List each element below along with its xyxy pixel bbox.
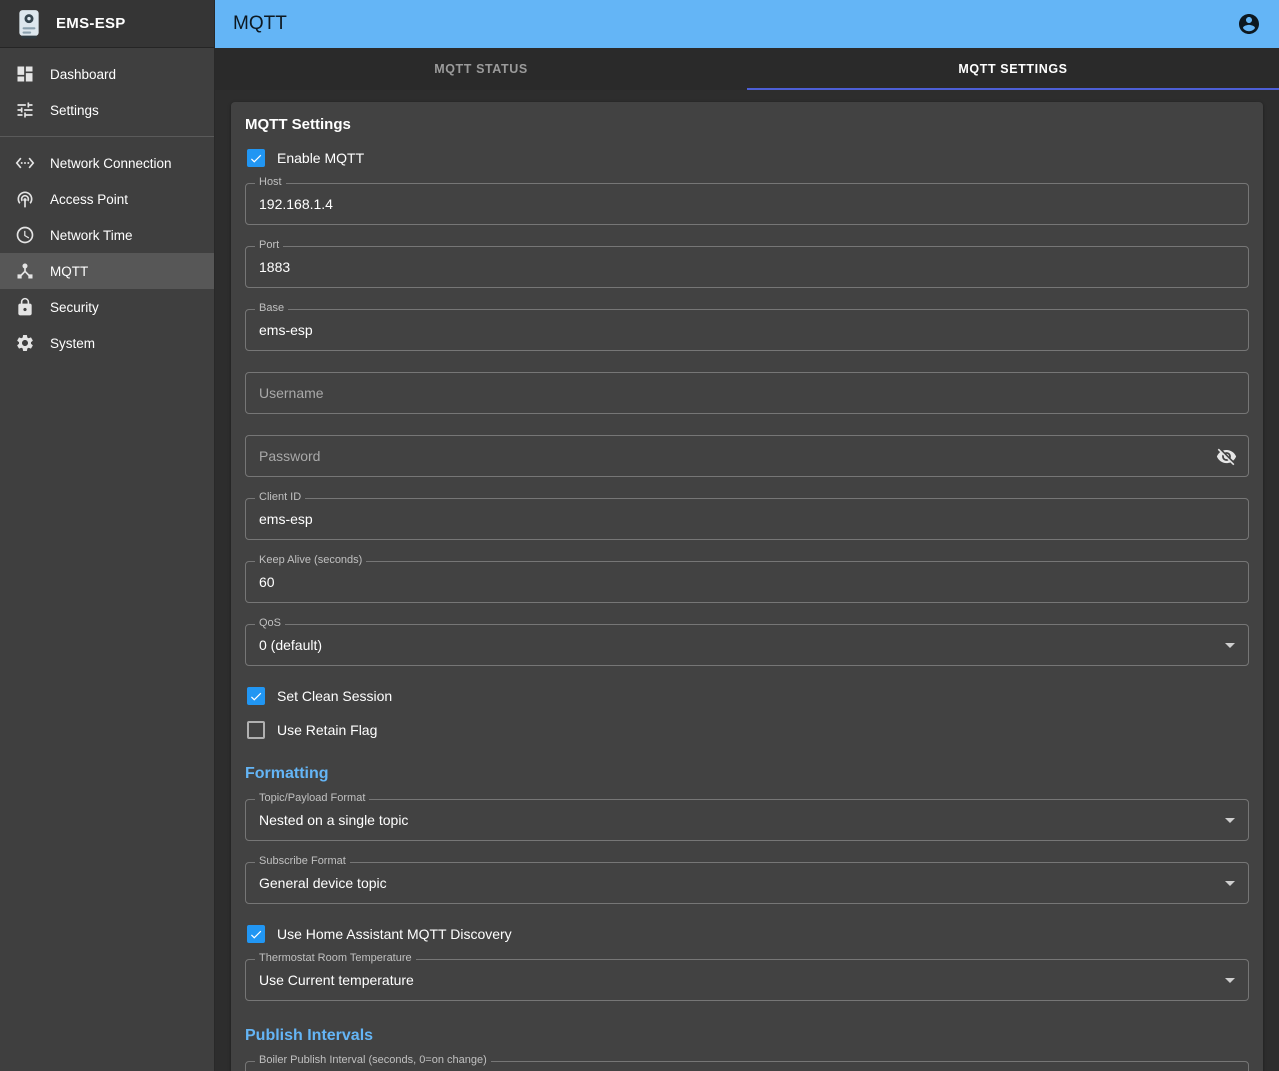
sidebar-item-mqtt[interactable]: MQTT (0, 253, 214, 289)
host-field: Host (245, 183, 1249, 225)
checkbox-unchecked-icon[interactable] (247, 721, 265, 739)
sidebar-item-label: Network Time (50, 228, 133, 243)
sidebar-item-system[interactable]: System (0, 325, 214, 361)
field-label: Boiler Publish Interval (seconds, 0=on c… (255, 1054, 491, 1067)
sidebar-item-network-time[interactable]: Network Time (0, 217, 214, 253)
checkbox-label: Use Retain Flag (277, 722, 377, 738)
username-field (245, 372, 1249, 414)
keep-alive-field: Keep Alive (seconds) (245, 561, 1249, 603)
publish-intervals-section-title: Publish Intervals (245, 1027, 1249, 1045)
app-root: EMS-ESP Dashboard Settings Network (0, 0, 1279, 1071)
sidebar-item-label: Security (50, 300, 99, 315)
appbar: MQTT (215, 0, 1279, 48)
client-id-field: Client ID (245, 498, 1249, 540)
field-label: Subscribe Format (255, 855, 350, 868)
lock-icon (14, 296, 36, 318)
formatting-section-title: Formatting (245, 765, 1249, 783)
sidebar-divider (0, 136, 214, 137)
sidebar-item-network-connection[interactable]: Network Connection (0, 145, 214, 181)
host-input[interactable] (245, 183, 1249, 225)
qos-select[interactable]: 0 (default) (245, 624, 1249, 666)
dropdown-arrow-icon (1218, 871, 1242, 895)
field-label: Base (255, 302, 288, 315)
field-label: Client ID (255, 491, 305, 504)
dashboard-icon (14, 63, 36, 85)
keep-alive-input[interactable] (245, 561, 1249, 603)
account-circle-icon[interactable] (1235, 10, 1263, 38)
sidebar-item-settings[interactable]: Settings (0, 92, 214, 128)
tune-icon (14, 99, 36, 121)
topic-payload-format-select[interactable]: Nested on a single topic (245, 799, 1249, 841)
port-input[interactable] (245, 246, 1249, 288)
checkbox-label: Set Clean Session (277, 688, 392, 704)
select-value: Use Current temperature (259, 972, 414, 988)
username-input[interactable] (245, 372, 1249, 414)
app-title: EMS-ESP (56, 15, 126, 32)
sidebar-item-label: Settings (50, 103, 99, 118)
visibility-off-icon[interactable] (1213, 443, 1239, 469)
topic-payload-format-field: Topic/Payload Format Nested on a single … (245, 799, 1249, 841)
field-label: QoS (255, 617, 285, 630)
client-id-input[interactable] (245, 498, 1249, 540)
field-label: Port (255, 239, 283, 252)
sidebar-item-dashboard[interactable]: Dashboard (0, 56, 214, 92)
card-title: MQTT Settings (245, 116, 1249, 133)
device-hub-icon (14, 260, 36, 282)
gear-icon (14, 332, 36, 354)
qos-field: QoS 0 (default) (245, 624, 1249, 666)
password-input[interactable] (245, 435, 1249, 477)
dropdown-arrow-icon (1218, 633, 1242, 657)
set-clean-session-checkbox-row[interactable]: Set Clean Session (247, 687, 1249, 705)
sidebar-item-security[interactable]: Security (0, 289, 214, 325)
main-area: MQTT MQTT STATUS MQTT SETTINGS MQTT Sett… (215, 0, 1279, 1071)
base-field: Base (245, 309, 1249, 351)
field-label: Keep Alive (seconds) (255, 554, 366, 567)
sidebar-header: EMS-ESP (0, 0, 214, 48)
wifi-tethering-icon (14, 188, 36, 210)
password-field (245, 435, 1249, 477)
tab-mqtt-settings[interactable]: MQTT SETTINGS (747, 48, 1279, 90)
base-input[interactable] (245, 309, 1249, 351)
mqtt-settings-card: MQTT Settings Enable MQTT Host Port (231, 102, 1263, 1071)
dropdown-arrow-icon (1218, 808, 1242, 832)
subscribe-format-field: Subscribe Format General device topic (245, 862, 1249, 904)
checkbox-label: Enable MQTT (277, 150, 364, 166)
tabbar: MQTT STATUS MQTT SETTINGS (215, 48, 1279, 90)
dropdown-arrow-icon (1218, 968, 1242, 992)
select-value: 0 (default) (259, 637, 322, 653)
boiler-publish-interval-field: Boiler Publish Interval (seconds, 0=on c… (245, 1061, 1249, 1071)
checkbox-label: Use Home Assistant MQTT Discovery (277, 926, 512, 942)
ems-esp-logo-icon (14, 7, 44, 41)
checkbox-checked-icon[interactable] (247, 687, 265, 705)
enable-mqtt-checkbox-row[interactable]: Enable MQTT (247, 149, 1249, 167)
thermostat-room-temperature-field: Thermostat Room Temperature Use Current … (245, 959, 1249, 1001)
ethernet-icon (14, 152, 36, 174)
checkbox-checked-icon[interactable] (247, 149, 265, 167)
sidebar-item-label: Dashboard (50, 67, 116, 82)
select-value: General device topic (259, 875, 387, 891)
thermostat-room-temperature-select[interactable]: Use Current temperature (245, 959, 1249, 1001)
select-value: Nested on a single topic (259, 812, 408, 828)
sidebar-item-access-point[interactable]: Access Point (0, 181, 214, 217)
field-label: Thermostat Room Temperature (255, 952, 416, 965)
sidebar-item-label: MQTT (50, 264, 88, 279)
page-title: MQTT (233, 13, 287, 35)
field-label: Host (255, 176, 286, 189)
sidebar-item-label: Access Point (50, 192, 128, 207)
field-label: Topic/Payload Format (255, 792, 369, 805)
subscribe-format-select[interactable]: General device topic (245, 862, 1249, 904)
ha-discovery-checkbox-row[interactable]: Use Home Assistant MQTT Discovery (247, 925, 1249, 943)
sidebar-item-label: System (50, 336, 95, 351)
tab-mqtt-status[interactable]: MQTT STATUS (215, 48, 747, 90)
use-retain-flag-checkbox-row[interactable]: Use Retain Flag (247, 721, 1249, 739)
sidebar: EMS-ESP Dashboard Settings Network (0, 0, 215, 1071)
clock-icon (14, 224, 36, 246)
content-area: MQTT Settings Enable MQTT Host Port (215, 90, 1279, 1071)
port-field: Port (245, 246, 1249, 288)
checkbox-checked-icon[interactable] (247, 925, 265, 943)
sidebar-item-label: Network Connection (50, 156, 172, 171)
sidebar-nav: Dashboard Settings Network Connection (0, 48, 214, 369)
